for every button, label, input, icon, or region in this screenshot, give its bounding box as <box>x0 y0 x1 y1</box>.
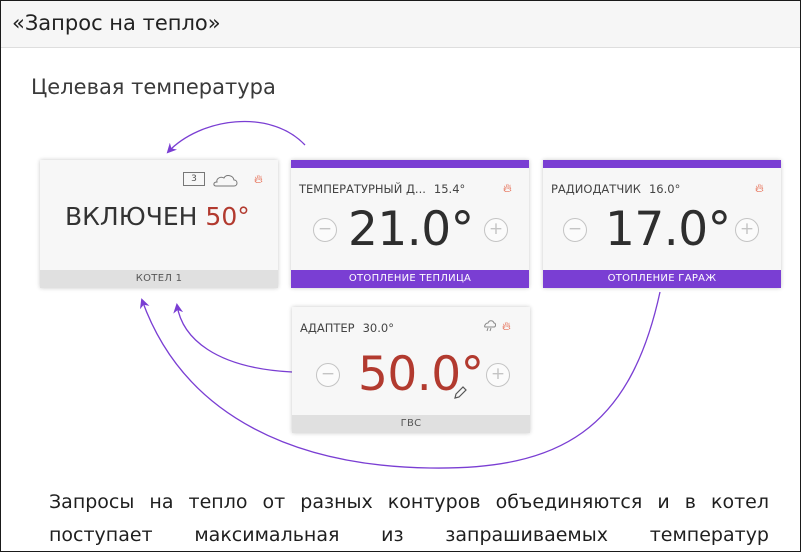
sensor-name: ТЕМПЕРАТУРНЫЙ Д... <box>299 182 426 196</box>
boiler-card[interactable]: 3 🔥︎ ВКЛЮЧЕН 50° КОТЕЛ 1 <box>40 160 278 288</box>
sensor-temperature: 15.4° <box>433 182 466 196</box>
sensor-name: АДАПТЕР <box>300 321 355 335</box>
card-accent-bar <box>291 160 529 168</box>
zone-footer: ОТОПЛЕНИЕ ТЕПЛИЦА <box>291 270 529 288</box>
explanation-caption: Запросы на тепло от разных контуров объе… <box>49 491 769 546</box>
arrow-from-adapter <box>173 303 293 373</box>
card-accent-bar <box>543 160 781 168</box>
device-badge-number: 3 <box>191 174 197 184</box>
weather-icon <box>484 320 496 332</box>
decrease-button[interactable]: − <box>313 218 337 242</box>
increase-button[interactable]: + <box>486 363 510 387</box>
increase-button[interactable]: + <box>484 218 508 242</box>
target-temperature: 17.0° <box>605 202 731 257</box>
boiler-status: ВКЛЮЧЕН 50° <box>65 202 250 231</box>
boiler-value: 50° <box>205 202 250 231</box>
decrease-button[interactable]: − <box>316 363 340 387</box>
decrease-button[interactable]: − <box>563 218 587 242</box>
flame-icon: 🔥︎ <box>503 181 512 195</box>
device-icon: 3 <box>183 172 205 186</box>
zone-footer: ГВС <box>292 415 530 433</box>
zone-card-garage[interactable]: РАДИОДАТЧИК 16.0° 🔥︎ − 17.0° + ОТОПЛЕНИЕ … <box>543 160 781 288</box>
zone-footer: ОТОПЛЕНИЕ ГАРАЖ <box>543 270 781 288</box>
flame-icon: 🔥︎ <box>502 319 511 333</box>
card-header: РАДИОДАТЧИК 16.0° <box>551 182 680 196</box>
flame-icon: 🔥︎ <box>755 181 764 195</box>
zone-card-greenhouse[interactable]: ТЕМПЕРАТУРНЫЙ Д... 15.4° 🔥︎ − 21.0° + ОТО… <box>291 160 529 288</box>
increase-button[interactable]: + <box>735 218 759 242</box>
flame-icon: 🔥︎ <box>254 172 263 186</box>
cloud-icon <box>213 175 238 187</box>
card-header: АДАПТЕР 30.0° <box>300 321 394 335</box>
target-temperature: 21.0° <box>348 202 474 257</box>
boiler-footer: КОТЕЛ 1 <box>40 270 278 288</box>
sensor-temperature: 16.0° <box>648 182 681 196</box>
pencil-icon[interactable] <box>452 385 468 401</box>
card-header: ТЕМПЕРАТУРНЫЙ Д... 15.4° <box>299 182 465 196</box>
sensor-name: РАДИОДАТЧИК <box>551 182 641 196</box>
sensor-temperature: 30.0° <box>362 321 394 335</box>
zone-card-dhw[interactable]: АДАПТЕР 30.0° 🔥︎ − 50.0° + ГВС <box>292 307 530 433</box>
boiler-status-text: ВКЛЮЧЕН <box>65 202 198 231</box>
arrow-to-boiler-top <box>166 120 306 154</box>
